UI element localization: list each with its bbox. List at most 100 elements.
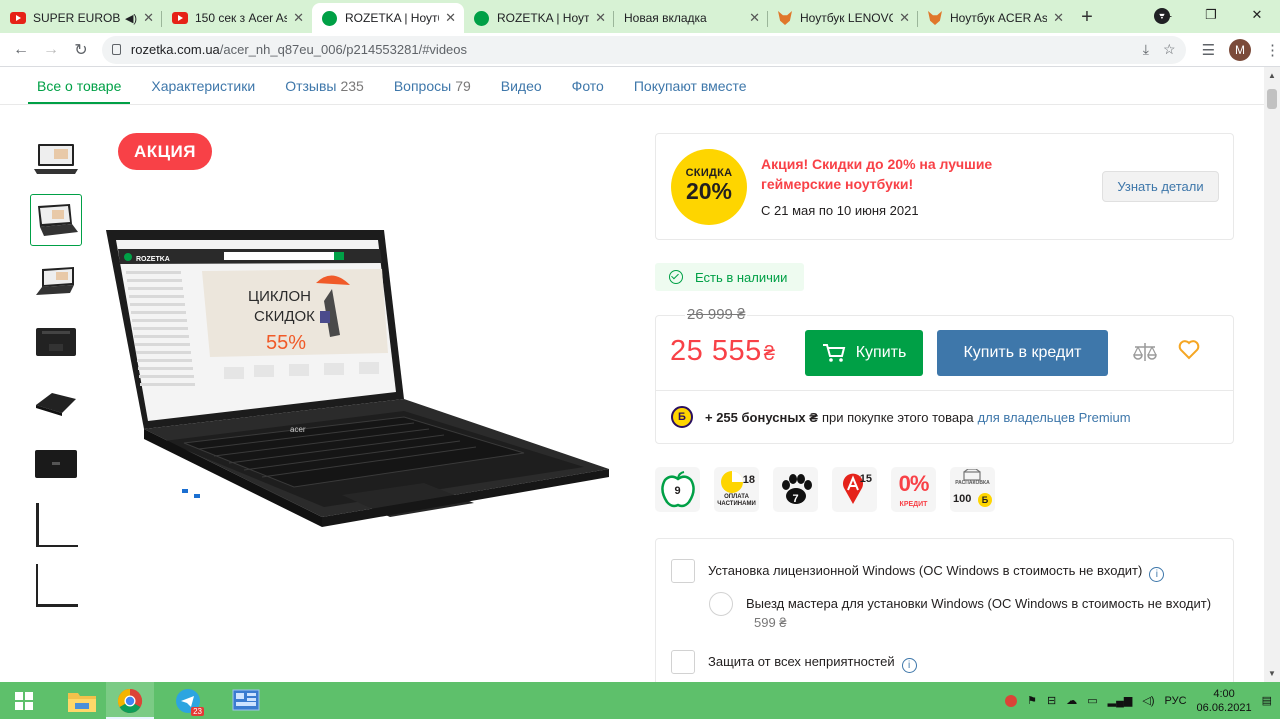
scrollbar-thumb[interactable] (1267, 89, 1277, 109)
checkbox[interactable] (671, 650, 695, 674)
info-icon[interactable]: i (1149, 567, 1165, 582)
discount-circle: СКИДКА 20% (671, 149, 747, 225)
menu-icon[interactable]: ⋮ (1265, 41, 1280, 59)
browser-tab-3-active[interactable]: ROZETKA | Ноутбу ✕ (312, 3, 464, 33)
tab-reviews[interactable]: Отзывы 235 (276, 67, 373, 104)
bonus-row: Б + 255 бонусных ₴ при покупке этого тов… (671, 406, 1131, 428)
tab-count: 79 (455, 77, 471, 94)
product-main-image[interactable]: ROZETKA ЦИКЛОН СКИДОК 55% acer (104, 227, 614, 547)
minimize-icon[interactable]: — (1142, 8, 1188, 23)
display-icon[interactable]: ▭ (1087, 694, 1097, 707)
restore-icon[interactable]: ❐ (1188, 7, 1234, 23)
tab-title: Новая вкладка (624, 11, 707, 25)
tab-all-about-product[interactable]: Все о товаре (28, 67, 131, 104)
browser-tab-1[interactable]: SUPER EUROB ◀) ✕ (0, 3, 162, 33)
cart-icon (822, 344, 845, 362)
speaker-icon[interactable]: ◀) (125, 12, 137, 25)
language-indicator[interactable]: РУС (1165, 695, 1187, 707)
compare-scales-icon[interactable] (1132, 341, 1158, 363)
reading-list-icon[interactable]: ☰ (1202, 41, 1215, 59)
radio-button[interactable] (709, 592, 733, 616)
tab-count: 235 (340, 77, 364, 94)
thumbnail-6[interactable] (30, 438, 82, 490)
tab-label: Видео (500, 77, 542, 94)
scroll-down-icon[interactable]: ▼ (1268, 669, 1276, 678)
thumbnail-8[interactable] (30, 560, 82, 612)
tab-bought-together[interactable]: Покупают вместе (625, 67, 756, 104)
info-icon[interactable]: i (901, 658, 917, 673)
bookmark-star-icon[interactable]: ☆ (1163, 41, 1176, 58)
telegram-icon[interactable]: 23 (164, 682, 212, 719)
a-bank-badge[interactable]: 15 (832, 467, 877, 512)
profile-avatar[interactable]: M (1229, 38, 1252, 61)
checkbox[interactable] (671, 559, 695, 583)
close-tab-icon[interactable]: ✕ (749, 10, 760, 26)
thumbnail-1[interactable] (30, 133, 82, 185)
file-explorer-icon[interactable] (58, 682, 106, 719)
close-tab-icon[interactable]: ✕ (1053, 10, 1064, 26)
service-windows-install[interactable]: Установка лицензионной Windows (ОС Windo… (671, 559, 1165, 583)
browser-tab-4[interactable]: ROZETKA | Ноутбу ✕ (464, 3, 614, 33)
back-icon[interactable]: ← (6, 41, 36, 59)
close-tab-icon[interactable]: ✕ (595, 10, 606, 26)
premium-link[interactable]: для владельцев Premium (978, 410, 1131, 425)
paw-badge[interactable]: 7 (773, 467, 818, 512)
close-tab-icon[interactable]: ✕ (445, 10, 456, 26)
chrome-icon[interactable] (106, 682, 154, 719)
page-scrollbar[interactable]: ▲ ▼ (1264, 67, 1280, 682)
buy-on-credit-button[interactable]: Купить в кредит (937, 330, 1108, 376)
browser-tab-6[interactable]: Ноутбук LENOVO ✕ (768, 3, 918, 33)
screen-ad-line2: СКИДОК (254, 308, 315, 325)
box-icon (963, 469, 981, 481)
tab-questions[interactable]: Вопросы 79 (385, 67, 480, 104)
tab-label: Вопросы (393, 77, 452, 94)
clock[interactable]: 4:00 06.06.2021 (1197, 687, 1252, 715)
thumbnail-7[interactable] (30, 499, 82, 551)
service-master-visit[interactable]: Выезд мастера для установки Windows (ОС … (709, 592, 1211, 630)
close-tab-icon[interactable]: ✕ (293, 10, 304, 26)
notifications-icon[interactable]: ▤ (1262, 694, 1272, 707)
tab-characteristics[interactable]: Характеристики (142, 67, 264, 104)
flag-icon[interactable]: ⚑ (1027, 694, 1037, 707)
service-protection[interactable]: Защита от всех неприятностей i (671, 650, 917, 674)
close-tab-icon[interactable]: ✕ (899, 10, 910, 26)
promo-details-button[interactable]: Узнать детали (1102, 171, 1219, 202)
close-window-icon[interactable]: ✕ (1234, 7, 1280, 23)
apple-badge[interactable]: 9 (655, 467, 700, 512)
tab-label: Покупают вместе (633, 77, 747, 94)
unboxing-badge[interactable]: РАСПАКОВКА 100 Б (950, 467, 995, 512)
thumbnail-5[interactable] (30, 377, 82, 429)
volume-icon[interactable]: ◁) (1142, 694, 1154, 707)
zero-credit-badge[interactable]: 0% КРЕДИТ (891, 467, 936, 512)
thumbnail-3[interactable] (30, 255, 82, 307)
windows-start-icon[interactable] (0, 682, 48, 719)
control-panel-icon[interactable] (222, 682, 270, 719)
cloud-icon[interactable]: ☁ (1066, 694, 1077, 707)
buy-button[interactable]: Купить (805, 330, 923, 376)
tab-video[interactable]: Видео (492, 67, 551, 104)
badge-value: 9 (674, 485, 681, 497)
installments-badge[interactable]: 18 ОПЛАТА ЧАСТИНАМИ (714, 467, 759, 512)
promo-title[interactable]: Акция! Скидки до 20% на лучшие геймерски… (761, 154, 1061, 194)
browser-tab-5[interactable]: Новая вкладка ✕ (614, 3, 768, 33)
thumbnail-2-selected[interactable] (30, 194, 82, 246)
download-page-icon[interactable]: ⤓ (1143, 41, 1149, 58)
reload-icon[interactable]: ↻ (66, 40, 96, 60)
browser-tab-2[interactable]: 150 сек з Acer Asp ✕ (162, 3, 312, 33)
thumbnail-gallery (30, 133, 84, 621)
thumbnail-4[interactable] (30, 316, 82, 368)
chrome-tray-icon[interactable] (1005, 694, 1018, 707)
sync-icon[interactable]: ⊟ (1047, 694, 1056, 707)
heart-icon[interactable] (1178, 340, 1200, 360)
close-tab-icon[interactable]: ✕ (143, 10, 154, 26)
address-bar[interactable]: rozetka.com.ua/acer_nh_q87eu_006/p214553… (101, 35, 1186, 64)
scroll-up-icon[interactable]: ▲ (1268, 71, 1276, 80)
signal-icon[interactable]: ▂▄▆ (1108, 694, 1133, 707)
rozetka-icon (322, 10, 337, 26)
new-tab-button[interactable]: + (1072, 3, 1102, 33)
forward-icon[interactable]: → (36, 41, 66, 59)
browser-tab-7[interactable]: Ноутбук ACER As ✕ (918, 3, 1072, 33)
tab-photo[interactable]: Фото (563, 67, 613, 104)
old-price: 26 999 ₴ (685, 306, 748, 323)
discount-value: 20% (685, 178, 733, 204)
